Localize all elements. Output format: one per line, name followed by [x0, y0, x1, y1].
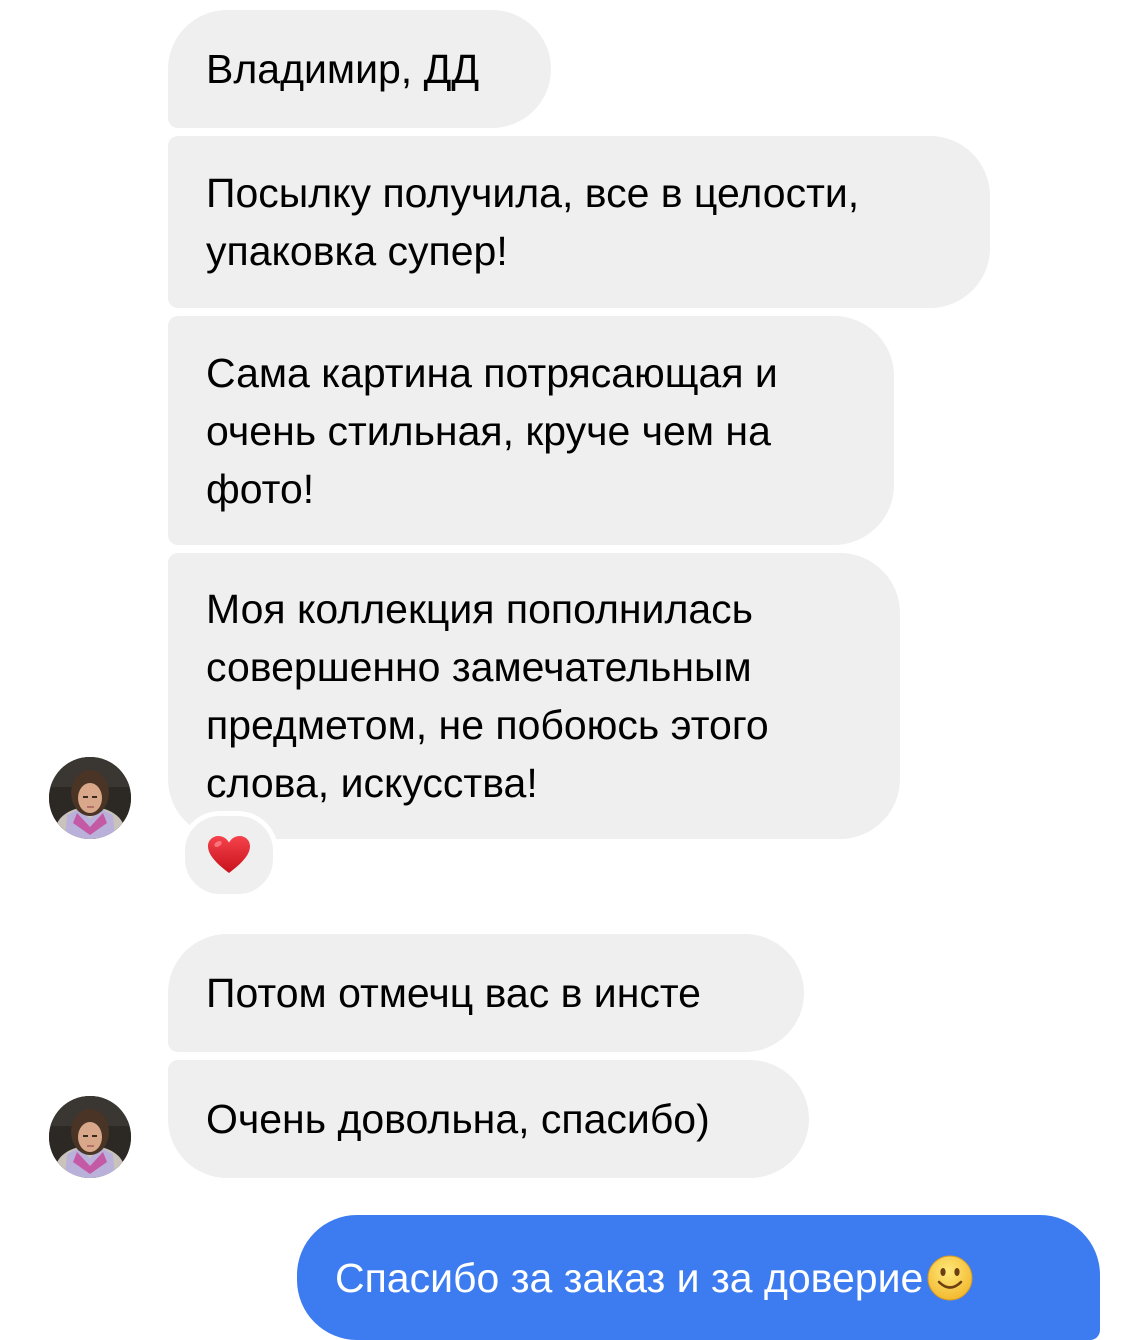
heart-reaction[interactable] — [180, 811, 278, 899]
message-text: Посылку получила, все в целости, — [206, 170, 860, 216]
message-text: Сама картина потрясающая и — [206, 349, 778, 396]
message-text: Спасибо за заказ и за доверие — [335, 1254, 924, 1301]
message-text: предметом, не побоюсь этого — [206, 702, 769, 748]
message-text: Владимир, ДД — [206, 46, 480, 92]
message-text: очень стильная, круче чем на — [206, 407, 771, 454]
message-text: Моя коллекция пополнилась — [206, 586, 754, 632]
incoming-message[interactable]: Моя коллекция пополнилась совершенно зам… — [168, 553, 900, 839]
outgoing-message[interactable]: Спасибо за заказ и за доверие — [297, 1215, 1100, 1340]
message-text: упаковка супер! — [206, 228, 508, 274]
message-text: слова, искусства! — [206, 760, 538, 806]
incoming-message[interactable]: Сама картина потрясающая и очень стильна… — [168, 316, 894, 545]
contact-avatar[interactable] — [49, 1096, 131, 1178]
incoming-message[interactable]: Очень довольна, спасибо) — [168, 1060, 809, 1178]
contact-avatar[interactable] — [49, 757, 131, 839]
incoming-message[interactable]: Посылку получила, все в целости, упаковк… — [168, 136, 990, 308]
smile-emoji-icon — [927, 1255, 973, 1300]
incoming-message[interactable]: Потом отмечц вас в инсте — [168, 934, 804, 1052]
message-text: Потом отмечц вас в инсте — [206, 970, 701, 1016]
incoming-message[interactable]: Владимир, ДД — [168, 10, 551, 128]
message-text: совершенно замечательным — [206, 644, 752, 690]
message-text: Очень довольна, спасибо) — [206, 1096, 710, 1142]
heart-icon — [208, 836, 250, 873]
message-text: фото! — [206, 465, 315, 512]
